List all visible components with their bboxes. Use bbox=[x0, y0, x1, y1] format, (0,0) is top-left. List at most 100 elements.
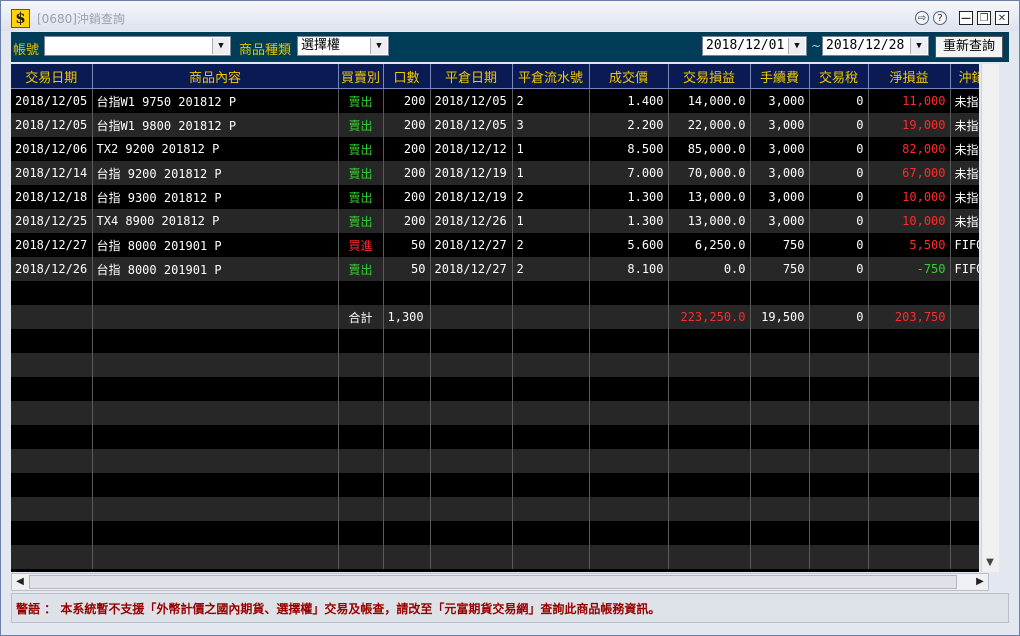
empty-cell bbox=[92, 449, 339, 473]
empty-cell bbox=[11, 497, 93, 521]
table-row[interactable]: 2018/12/18 台指 9300 201812 P 賣出 200 2018/12/1… bbox=[11, 185, 979, 209]
chevron-down-icon[interactable]: ▼ bbox=[788, 38, 805, 54]
table-row[interactable] bbox=[11, 473, 979, 497]
table-row[interactable] bbox=[11, 281, 979, 305]
scroll-left-icon[interactable]: ◀ bbox=[12, 574, 28, 590]
table-row[interactable]: 2018/12/05 台指W1 9750 201812 P 賣出 200 2018/12… bbox=[11, 88, 979, 113]
empty-cell bbox=[589, 473, 669, 497]
chevron-down-icon[interactable]: ▼ bbox=[910, 38, 927, 54]
table-cell-trade-pl: 6,250.0 bbox=[668, 233, 751, 257]
scroll-down-icon[interactable]: ▼ bbox=[982, 554, 998, 571]
empty-cell bbox=[868, 377, 951, 401]
empty-cell bbox=[589, 545, 669, 569]
scroll-right-icon[interactable]: ▶ bbox=[972, 574, 988, 590]
table-row[interactable]: 2018/12/06 TX2 9200 201812 P 賣出 200 2018/12/… bbox=[11, 137, 979, 161]
empty-cell bbox=[430, 449, 513, 473]
vertical-scrollbar[interactable] bbox=[981, 64, 999, 572]
table-row[interactable] bbox=[11, 401, 979, 425]
empty-cell bbox=[750, 353, 810, 377]
table-row[interactable]: 2018/12/25 TX4 8900 201812 P 賣出 200 2018/12/… bbox=[11, 209, 979, 233]
table-cell-tax: 0 bbox=[809, 137, 869, 161]
account-input[interactable] bbox=[48, 37, 230, 55]
table-cell-qty: 50 bbox=[383, 257, 431, 281]
total-net-pl: 203,750 bbox=[868, 305, 951, 329]
table-row[interactable]: 2018/12/05 台指W1 9800 201812 P 賣出 200 2018/12… bbox=[11, 113, 979, 137]
empty-cell bbox=[92, 545, 339, 569]
table-row[interactable]: 2018/12/26 台指 8000 201901 P 賣出 50 2018/12/27… bbox=[11, 257, 979, 281]
column-header[interactable]: 買賣別 bbox=[338, 64, 384, 89]
table-cell-trade-date: 2018/12/26 bbox=[11, 257, 93, 281]
help-icon[interactable]: ? bbox=[933, 11, 947, 25]
table-row[interactable]: 2018/12/27 台指 8000 201901 P 買進 50 2018/12/27… bbox=[11, 233, 979, 257]
product-type-select[interactable]: 選擇權 ▼ bbox=[297, 36, 389, 56]
table-cell-trade-date: 2018/12/14 bbox=[11, 161, 93, 185]
column-header[interactable]: 商品內容 bbox=[92, 64, 339, 89]
horizontal-scroll-thumb[interactable] bbox=[29, 575, 957, 589]
table-cell-side: 買進 bbox=[338, 233, 384, 257]
horizontal-scrollbar[interactable]: ◀ ▶ bbox=[11, 573, 989, 591]
column-header[interactable]: 手續費 bbox=[750, 64, 810, 89]
table-row[interactable] bbox=[11, 425, 979, 449]
table-cell-side: 賣出 bbox=[338, 113, 384, 137]
minimize-icon[interactable]: — bbox=[959, 11, 973, 25]
empty-cell bbox=[809, 545, 869, 569]
empty-cell bbox=[512, 305, 590, 329]
pin-icon[interactable]: ⇨ bbox=[915, 11, 929, 25]
column-header[interactable]: 交易日期 bbox=[11, 64, 93, 89]
table-cell-close-seq: 2 bbox=[512, 185, 590, 209]
empty-cell bbox=[92, 329, 339, 353]
offset-query-window: $ [0680]沖銷查詢 ⇨ ? — ❐ ✕ 帳號 ▼ 商品種類 選擇權 ▼ 2… bbox=[0, 0, 1020, 636]
table-row[interactable] bbox=[11, 545, 979, 569]
date-from-picker[interactable]: 2018/12/01 ▼ bbox=[702, 36, 807, 56]
column-header[interactable]: 沖銷類 bbox=[950, 64, 979, 89]
empty-cell bbox=[338, 377, 384, 401]
column-header[interactable]: 平倉流水號 bbox=[512, 64, 590, 89]
requery-button[interactable]: 重新查詢 bbox=[935, 36, 1003, 58]
empty-cell bbox=[668, 377, 751, 401]
chevron-down-icon[interactable]: ▼ bbox=[212, 38, 229, 54]
empty-cell bbox=[589, 449, 669, 473]
table-row[interactable] bbox=[11, 329, 979, 353]
table-row[interactable] bbox=[11, 353, 979, 377]
empty-cell bbox=[750, 377, 810, 401]
empty-cell bbox=[512, 329, 590, 353]
empty-cell bbox=[950, 521, 979, 545]
table-cell-fee: 3,000 bbox=[750, 88, 810, 113]
table-cell-close-date: 2018/12/05 bbox=[430, 88, 513, 113]
table-cell-offset-type: 未指 bbox=[950, 137, 979, 161]
table-cell-net-pl: -750 bbox=[868, 257, 951, 281]
table-cell-fee: 750 bbox=[750, 257, 810, 281]
column-header[interactable]: 交易損益 bbox=[668, 64, 751, 89]
table-cell-close-seq: 3 bbox=[512, 113, 590, 137]
table-cell-product: TX2 9200 201812 P bbox=[92, 137, 339, 161]
table-row[interactable]: 2018/12/14 台指 9200 201812 P 賣出 200 2018/12/1… bbox=[11, 161, 979, 185]
table-row[interactable] bbox=[11, 377, 979, 401]
empty-cell bbox=[868, 281, 951, 305]
table-cell-fee: 3,000 bbox=[750, 209, 810, 233]
table-row[interactable] bbox=[11, 497, 979, 521]
account-select[interactable]: ▼ bbox=[44, 36, 231, 56]
chevron-down-icon[interactable]: ▼ bbox=[370, 38, 387, 54]
table-row[interactable] bbox=[11, 521, 979, 545]
close-icon[interactable]: ✕ bbox=[995, 11, 1009, 25]
table-row[interactable] bbox=[11, 449, 979, 473]
empty-cell bbox=[430, 497, 513, 521]
table-cell-close-seq: 2 bbox=[512, 233, 590, 257]
table-cell-trade-date: 2018/12/05 bbox=[11, 88, 93, 113]
total-row[interactable]: 合計 1,300 223,250.0 19,500 0 203,750 bbox=[11, 305, 979, 329]
empty-cell bbox=[668, 329, 751, 353]
restore-icon[interactable]: ❐ bbox=[977, 11, 991, 25]
empty-cell bbox=[868, 545, 951, 569]
empty-cell bbox=[868, 329, 951, 353]
date-to-picker[interactable]: 2018/12/28 ▼ bbox=[822, 36, 929, 56]
empty-cell bbox=[668, 449, 751, 473]
column-header[interactable]: 成交價 bbox=[589, 64, 669, 89]
empty-cell bbox=[512, 401, 590, 425]
column-header[interactable]: 口數 bbox=[383, 64, 431, 89]
column-header[interactable]: 交易稅 bbox=[809, 64, 869, 89]
column-header[interactable]: 淨損益 bbox=[868, 64, 951, 89]
table-cell-tax: 0 bbox=[809, 257, 869, 281]
empty-cell bbox=[338, 473, 384, 497]
table-cell-fee: 3,000 bbox=[750, 113, 810, 137]
column-header[interactable]: 平倉日期 bbox=[430, 64, 513, 89]
